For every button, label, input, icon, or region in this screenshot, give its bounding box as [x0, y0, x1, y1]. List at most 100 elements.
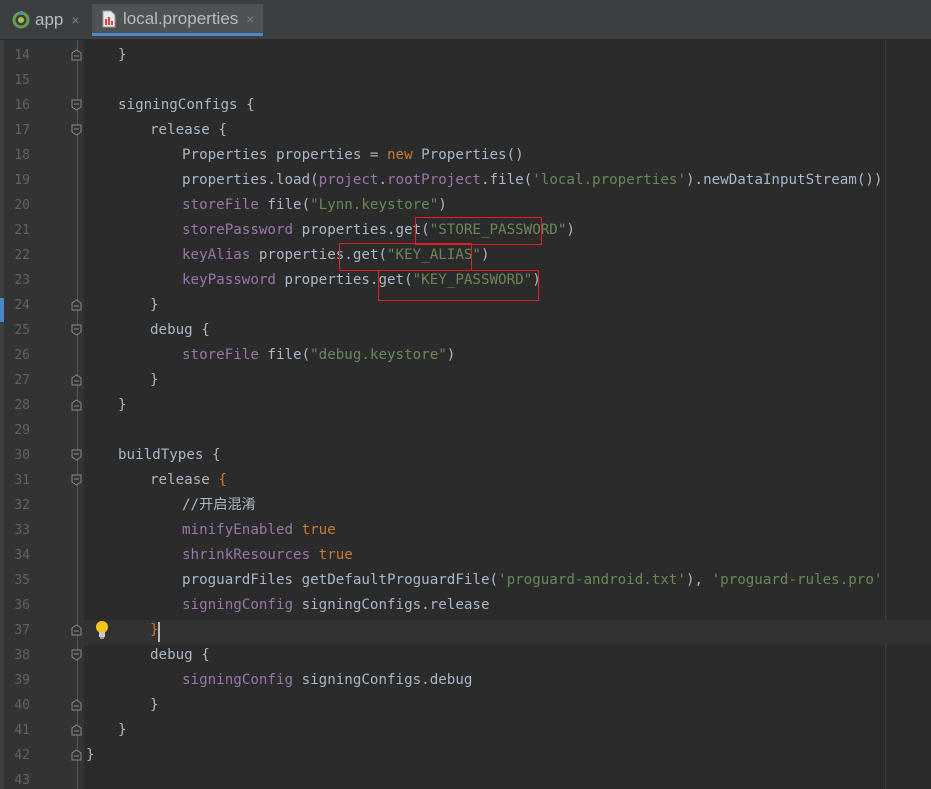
- lightbulb-icon[interactable]: [94, 620, 110, 640]
- code-line[interactable]: 30 buildTypes {: [0, 443, 931, 468]
- line-number[interactable]: 20: [10, 193, 30, 218]
- highlight-box-key-password: [378, 270, 539, 301]
- fold-end-icon[interactable]: [71, 49, 82, 61]
- code-token: signingConfig: [182, 597, 294, 613]
- code-line[interactable]: 15: [0, 68, 931, 93]
- line-number[interactable]: 43: [10, 768, 30, 789]
- code-token: ).newDataInputStream()): [685, 172, 883, 188]
- code-line[interactable]: 37}: [0, 618, 931, 643]
- line-number[interactable]: 40: [10, 693, 30, 718]
- fold-end-icon[interactable]: [71, 374, 82, 386]
- line-number[interactable]: 42: [10, 743, 30, 768]
- code-token: ): [566, 222, 575, 238]
- line-number[interactable]: 18: [10, 143, 30, 168]
- line-number[interactable]: 38: [10, 643, 30, 668]
- fold-start-icon[interactable]: [71, 474, 82, 486]
- code-token: signingConfigs.release: [293, 597, 490, 613]
- fold-end-icon[interactable]: [71, 399, 82, 411]
- code-text: }: [150, 293, 159, 318]
- close-icon[interactable]: ×: [71, 12, 79, 28]
- code-line[interactable]: 38 debug {: [0, 643, 931, 668]
- code-line[interactable]: 35 proguardFiles getDefaultProguardFile('…: [0, 568, 931, 593]
- code-line[interactable]: 18 Properties properties = new Properties…: [0, 143, 931, 168]
- line-number[interactable]: 17: [10, 118, 30, 143]
- line-number[interactable]: 33: [10, 518, 30, 543]
- code-line[interactable]: 43: [0, 768, 931, 789]
- fold-start-icon[interactable]: [71, 324, 82, 336]
- line-number[interactable]: 29: [10, 418, 30, 443]
- line-number[interactable]: 35: [10, 568, 30, 593]
- line-number[interactable]: 34: [10, 543, 30, 568]
- code-token: signingConfigs.debug: [293, 672, 473, 688]
- code-line[interactable]: 42}: [0, 743, 931, 768]
- fold-start-icon[interactable]: [71, 649, 82, 661]
- code-token: shrinkResources: [182, 547, 311, 563]
- code-line[interactable]: 17 release {: [0, 118, 931, 143]
- code-token: storeFile: [182, 347, 259, 363]
- code-text: }: [118, 718, 127, 743]
- fold-start-icon[interactable]: [71, 449, 82, 461]
- fold-end-icon[interactable]: [71, 749, 82, 761]
- code-line[interactable]: 34 shrinkResources true: [0, 543, 931, 568]
- code-token: storeFile: [182, 197, 259, 213]
- tab-app[interactable]: app ×: [4, 4, 88, 36]
- code-line[interactable]: 32 //开启混淆: [0, 493, 931, 518]
- code-line[interactable]: 31 release {: [0, 468, 931, 493]
- fold-start-icon[interactable]: [71, 124, 82, 136]
- line-number[interactable]: 32: [10, 493, 30, 518]
- code-token: storePassword: [182, 222, 294, 238]
- code-line[interactable]: 41}: [0, 718, 931, 743]
- line-number[interactable]: 24: [10, 293, 30, 318]
- code-line[interactable]: 33 minifyEnabled true: [0, 518, 931, 543]
- code-line[interactable]: 20 storeFile file("Lynn.keystore"): [0, 193, 931, 218]
- line-number[interactable]: 28: [10, 393, 30, 418]
- code-token: }: [150, 297, 159, 313]
- code-text: }: [150, 693, 159, 718]
- line-number[interactable]: 14: [10, 43, 30, 68]
- line-number[interactable]: 36: [10, 593, 30, 618]
- editor-tab-bar: app × local.properties ×: [0, 0, 931, 40]
- code-token: }: [150, 697, 159, 713]
- line-number[interactable]: 39: [10, 668, 30, 693]
- line-number[interactable]: 21: [10, 218, 30, 243]
- line-number[interactable]: 25: [10, 318, 30, 343]
- line-number[interactable]: 15: [10, 68, 30, 93]
- code-line[interactable]: 25 debug {: [0, 318, 931, 343]
- code-text: Properties properties = new Properties(): [182, 143, 524, 168]
- fold-end-icon[interactable]: [71, 299, 82, 311]
- fold-start-icon[interactable]: [71, 99, 82, 111]
- code-editor[interactable]: 14} 15 16 signingConfigs {17 release {18 Prop…: [0, 40, 931, 789]
- code-line[interactable]: 27}: [0, 368, 931, 393]
- code-line[interactable]: 36 signingConfig signingConfigs.release: [0, 593, 931, 618]
- line-number[interactable]: 27: [10, 368, 30, 393]
- fold-end-icon[interactable]: [71, 624, 82, 636]
- tab-local-properties[interactable]: local.properties ×: [92, 4, 263, 36]
- code-text: debug {: [150, 643, 210, 668]
- code-line[interactable]: 29: [0, 418, 931, 443]
- line-number[interactable]: 19: [10, 168, 30, 193]
- line-number[interactable]: 16: [10, 93, 30, 118]
- line-number[interactable]: 41: [10, 718, 30, 743]
- code-line[interactable]: 39 signingConfig signingConfigs.debug: [0, 668, 931, 693]
- code-token: ),: [685, 572, 712, 588]
- code-line[interactable]: 28}: [0, 393, 931, 418]
- code-line[interactable]: 26 storeFile file("debug.keystore"): [0, 343, 931, 368]
- fold-end-icon[interactable]: [71, 724, 82, 736]
- line-number[interactable]: 30: [10, 443, 30, 468]
- line-number[interactable]: 23: [10, 268, 30, 293]
- line-number[interactable]: 31: [10, 468, 30, 493]
- line-number[interactable]: 22: [10, 243, 30, 268]
- code-token: file(: [258, 197, 311, 213]
- line-number[interactable]: 26: [10, 343, 30, 368]
- code-line[interactable]: 14}: [0, 43, 931, 68]
- code-line[interactable]: 16 signingConfigs {: [0, 93, 931, 118]
- line-number[interactable]: 37: [10, 618, 30, 643]
- code-line[interactable]: 40}: [0, 693, 931, 718]
- code-token: .: [378, 172, 388, 188]
- code-token: release {: [150, 122, 227, 138]
- fold-end-icon[interactable]: [71, 699, 82, 711]
- code-token: }: [118, 47, 127, 63]
- code-line[interactable]: 19 properties.load(project.rootProject.fi…: [0, 168, 931, 193]
- close-icon[interactable]: ×: [246, 11, 254, 27]
